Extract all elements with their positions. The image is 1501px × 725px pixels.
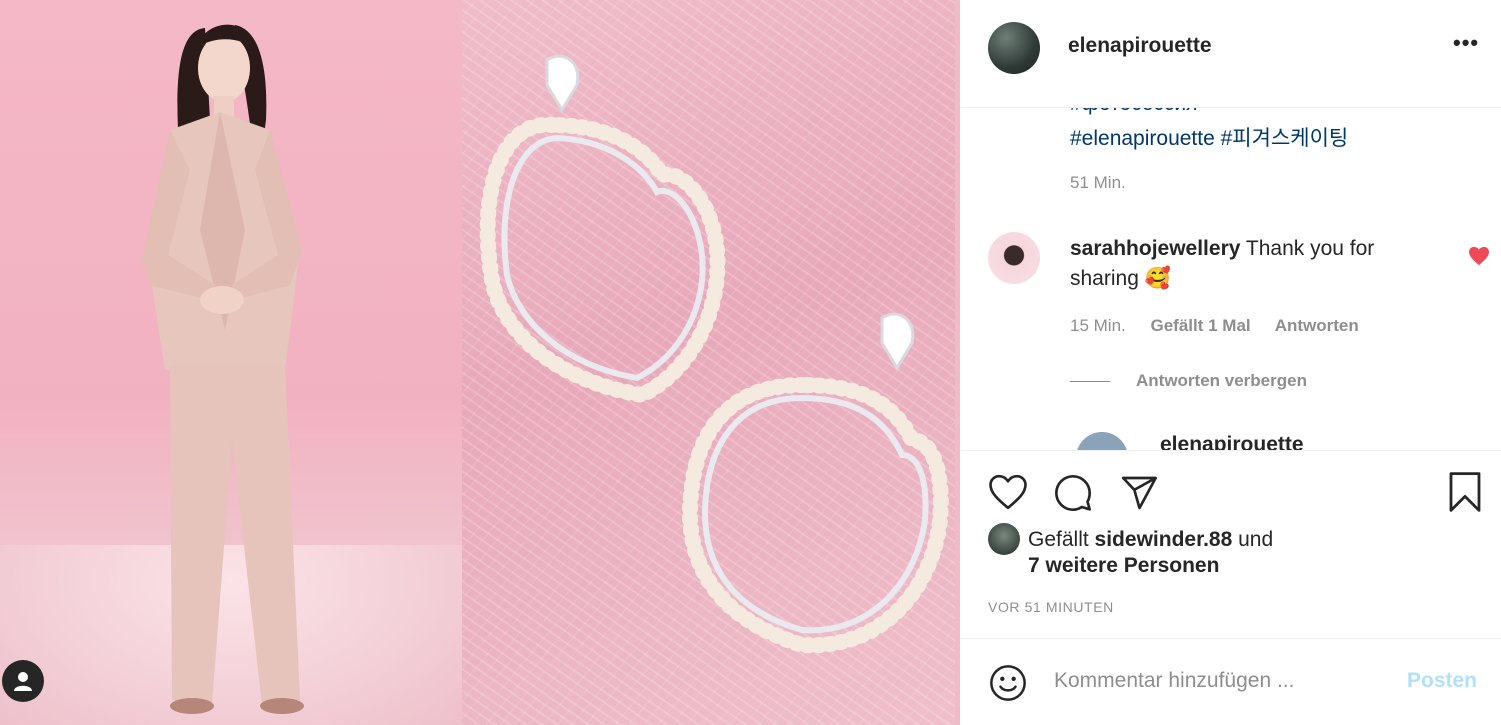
- post-sidebar: elenapirouette ••• #фотосессия #elenapir…: [961, 0, 1501, 725]
- earrings-figure: [479, 54, 949, 654]
- add-comment-bar: Kommentar hinzufügen ... Posten: [961, 638, 1501, 725]
- comments-list[interactable]: #фотосессия #elenapirouette #피겨스케이팅 51 M…: [961, 108, 1501, 450]
- replies-divider: [1070, 381, 1110, 382]
- author-avatar[interactable]: [988, 22, 1040, 74]
- comment-time: 15 Min.: [1070, 316, 1126, 335]
- post-image[interactable]: [0, 0, 960, 725]
- comment-meta: 15 Min. Gefällt 1 Mal Antworten: [1070, 316, 1379, 336]
- post-timestamp[interactable]: VOR 51 MINUTEN: [988, 599, 1114, 615]
- earrings-photo: [462, 0, 960, 725]
- share-icon[interactable]: [1119, 473, 1159, 513]
- likes-summary: Gefällt sidewinder.88 und: [1028, 525, 1273, 555]
- emoji-icon[interactable]: [988, 663, 1028, 703]
- more-icon[interactable]: •••: [1453, 30, 1479, 56]
- user-tag-icon: [14, 672, 32, 691]
- comment-likes[interactable]: Gefällt 1 Mal: [1150, 316, 1250, 335]
- caption-hashtags[interactable]: #elenapirouette #피겨스케이팅: [1070, 122, 1348, 152]
- liker-username[interactable]: sidewinder.88: [1095, 528, 1233, 551]
- caption-time: 51 Min.: [1070, 173, 1126, 192]
- post-header: elenapirouette •••: [961, 0, 1501, 108]
- caption-cut-hashtag[interactable]: #фотосессия: [1070, 108, 1198, 116]
- likes-prefix: Gefällt: [1028, 528, 1089, 551]
- comment-reply-button[interactable]: Antworten: [1275, 316, 1359, 335]
- model-photo: [0, 0, 462, 725]
- post-comment-button[interactable]: Posten: [1407, 669, 1477, 693]
- likes-suffix: und: [1238, 528, 1274, 551]
- reply-avatar[interactable]: [1076, 432, 1128, 450]
- heart-icon[interactable]: [988, 473, 1028, 511]
- comment-text: sarahhojewellery Thank you for sharing 🥰: [1070, 234, 1440, 294]
- model-figure: [142, 24, 304, 714]
- comment-icon[interactable]: [1053, 473, 1093, 513]
- image-edge: [955, 0, 960, 725]
- hide-replies-button[interactable]: Antworten verbergen: [1136, 371, 1307, 391]
- commenter-avatar[interactable]: [988, 232, 1040, 284]
- comment-input[interactable]: Kommentar hinzufügen ...: [1054, 669, 1294, 693]
- bookmark-icon[interactable]: [1446, 471, 1484, 513]
- post-actions: Gefällt sidewinder.88 und 7 weitere Pers…: [961, 450, 1501, 638]
- comment-liked-heart-icon[interactable]: [1468, 246, 1490, 266]
- liker-avatar[interactable]: [988, 523, 1020, 555]
- reply-username[interactable]: elenapirouette: [1160, 433, 1304, 450]
- author-username[interactable]: elenapirouette: [1068, 34, 1212, 58]
- commenter-username[interactable]: sarahhojewellery: [1070, 237, 1240, 260]
- user-tag-button[interactable]: [2, 660, 44, 702]
- likes-others-link[interactable]: 7 weitere Personen: [1028, 554, 1219, 578]
